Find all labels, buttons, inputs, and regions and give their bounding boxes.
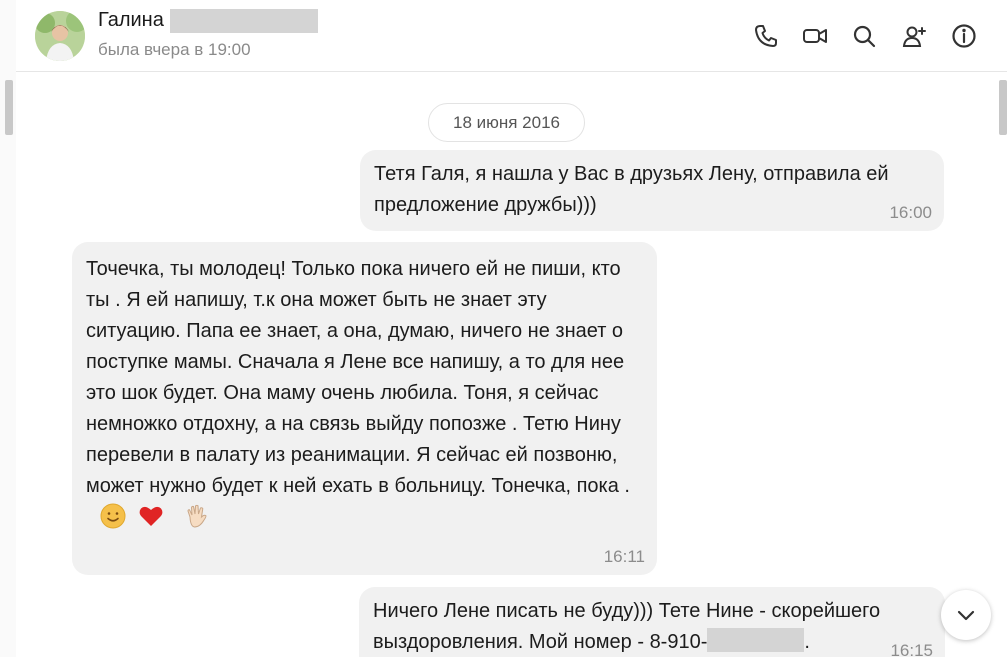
left-panel-edge [0, 0, 16, 657]
chat-header: Галина была вчера в 19:00 [16, 0, 1007, 72]
chat-message-area[interactable]: 18 июня 2016 Тетя Галя, я нашла у Вас в … [16, 72, 1007, 657]
outgoing-message[interactable]: Ничего Лене писать не буду))) Тете Нине … [359, 587, 945, 657]
message-time: 16:00 [889, 203, 932, 222]
red-heart-emoji [138, 503, 164, 529]
left-scrollbar-thumb[interactable] [5, 80, 13, 135]
name-redaction [170, 9, 318, 33]
smile-emoji [100, 503, 126, 529]
contact-name[interactable]: Галина [98, 9, 164, 32]
incoming-message[interactable]: Точечка, ты молодец! Только пока ничего … [72, 242, 657, 575]
contact-avatar[interactable] [35, 11, 85, 61]
message-text-end: . [804, 631, 810, 653]
chevron-down-icon [957, 610, 975, 621]
right-scrollbar-thumb[interactable] [999, 80, 1007, 135]
search-icon[interactable] [850, 22, 878, 50]
message-time: 16:15 [890, 641, 933, 657]
info-icon[interactable] [950, 22, 978, 50]
outgoing-message[interactable]: Тетя Галя, я нашла у Вас в друзьях Лену,… [360, 150, 944, 231]
video-call-icon[interactable] [801, 22, 829, 50]
message-text: Тетя Галя, я нашла у Вас в друзьях Лену,… [374, 163, 889, 216]
date-separator: 18 июня 2016 [428, 103, 585, 142]
phone-redaction [707, 628, 805, 652]
phone-icon[interactable] [752, 22, 780, 50]
message-text: Точечка, ты молодец! Только пока ничего … [86, 258, 630, 497]
message-time: 16:11 [603, 547, 645, 566]
scroll-to-bottom-button[interactable] [941, 590, 991, 640]
add-user-icon[interactable] [900, 22, 928, 50]
waving-hand-emoji [183, 503, 209, 529]
last-seen-status: была вчера в 19:00 [98, 40, 251, 59]
